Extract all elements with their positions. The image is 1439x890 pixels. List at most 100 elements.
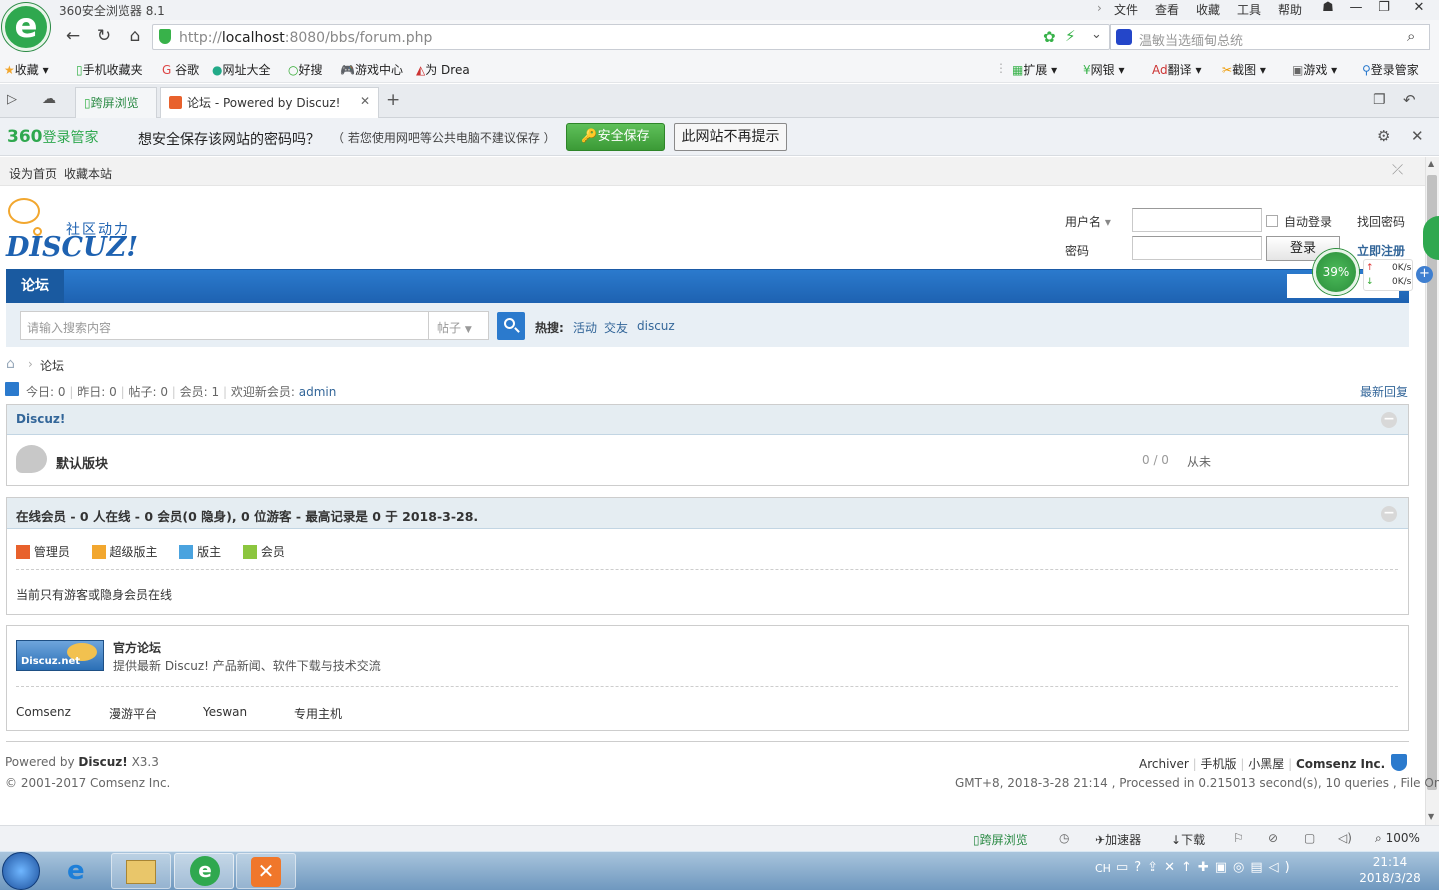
tab-list-icon[interactable]: ❐ — [1373, 92, 1386, 108]
scroll-down-icon[interactable]: ▼ — [1428, 812, 1434, 821]
discuz-logo[interactable]: 社区动力 DISCUZ! — [6, 197, 138, 263]
security-badge-icon[interactable] — [1391, 754, 1407, 771]
cloud-icon[interactable]: ☁ — [42, 91, 56, 107]
menu-tools[interactable]: 工具 — [1237, 1, 1261, 18]
menu-file[interactable]: 文件 — [1114, 1, 1138, 18]
status-zoom[interactable]: ⌕ 100% — [1375, 831, 1420, 846]
bookmark-google[interactable]: G 谷歌 — [162, 61, 199, 78]
tool-translate[interactable]: Ad翻译 ▾ — [1152, 61, 1201, 78]
scroll-up-icon[interactable]: ▲ — [1428, 159, 1434, 168]
system-clock[interactable]: 21:14 2018/3/28 — [1355, 854, 1425, 886]
never-for-site-button[interactable]: 此网站不再提示 — [674, 123, 787, 151]
close-window-button[interactable]: ✕ — [1405, 0, 1433, 18]
footer-blackroom-link[interactable]: 小黑屋 — [1248, 757, 1284, 771]
minimize-button[interactable]: — — [1342, 0, 1370, 18]
breadcrumb-current[interactable]: 论坛 — [40, 357, 64, 374]
forum-search-input[interactable]: 请输入搜索内容 — [20, 311, 429, 340]
memory-ball[interactable]: 39% — [1313, 249, 1359, 295]
collapse-topbar-icon[interactable]: ⤫ — [1392, 162, 1403, 178]
bookmark-mobile[interactable]: ▯手机收藏夹 — [76, 61, 143, 78]
bookmark-hao[interactable]: ●网址大全 — [212, 61, 271, 78]
bookmark-haosou[interactable]: ○好搜 — [288, 61, 323, 78]
tray-icons[interactable]: ▭?⇪✕↑✚▣◎▤◁) — [1116, 860, 1296, 875]
speed-icon[interactable]: ⚡ — [1065, 27, 1076, 45]
skin-icon[interactable]: ☗ — [1314, 0, 1342, 18]
bookmark-drea[interactable]: ◭为 Drea — [416, 61, 470, 78]
back-icon[interactable]: ← — [61, 26, 85, 48]
username-input[interactable] — [1132, 208, 1262, 232]
tool-games[interactable]: ▣游戏 ▾ — [1292, 61, 1337, 78]
status-flag-icon[interactable]: ⚐ — [1233, 831, 1244, 845]
home-icon[interactable]: ⌂ — [6, 356, 15, 372]
auto-login-checkbox[interactable] — [1266, 215, 1278, 227]
password-input[interactable] — [1132, 236, 1262, 260]
side-widget-edge[interactable] — [1423, 216, 1439, 260]
lang-indicator[interactable]: CH — [1095, 862, 1111, 875]
register-link[interactable]: 立即注册 — [1357, 242, 1405, 259]
taskbar-360[interactable]: e — [174, 853, 234, 889]
taskbar-explorer[interactable] — [111, 853, 171, 889]
official-forum-title[interactable]: 官方论坛 — [113, 639, 161, 656]
tool-screenshot[interactable]: ✂截图 ▾ — [1222, 61, 1266, 78]
status-accelerator[interactable]: ✈加速器 — [1095, 831, 1141, 848]
tool-bank[interactable]: ¥网银 ▾ — [1083, 61, 1125, 78]
hot-link-activity[interactable]: 活动 — [573, 319, 597, 336]
status-history-icon[interactable]: ◷ — [1059, 831, 1069, 845]
username-label[interactable]: 用户名 ▾ — [1065, 213, 1111, 230]
status-sound-icon[interactable]: ◁) — [1338, 831, 1352, 845]
latest-reply-link[interactable]: 最新回复 — [1360, 383, 1408, 400]
new-member-link[interactable]: admin — [299, 385, 337, 399]
tool-extensions[interactable]: ▦扩展 ▾ — [1012, 61, 1057, 78]
set-homepage-link[interactable]: 设为首页 — [9, 165, 57, 182]
tab-cross-screen[interactable]: ▯跨屏浏览 — [75, 87, 157, 118]
url-field[interactable]: http://localhost:8080/bbs/forum.php ✿ ⚡ … — [152, 24, 1110, 50]
collapse-online-icon[interactable]: − — [1381, 506, 1397, 522]
hot-link-social[interactable]: 交友 — [604, 319, 628, 336]
forum-name-link[interactable]: 默认版块 — [56, 453, 108, 472]
gear-icon[interactable]: ⚙ — [1377, 127, 1390, 145]
status-ie-icon[interactable]: ⊘ — [1268, 831, 1278, 845]
category-title[interactable]: Discuz! — [16, 412, 65, 426]
bookmark-site-link[interactable]: 收藏本站 — [64, 165, 112, 182]
online-title[interactable]: 在线会员 - 0 人在线 - 0 会员(0 隐身), 0 位游客 - 最高记录是… — [16, 506, 478, 525]
link-manyou[interactable]: 漫游平台 — [109, 705, 157, 722]
menu-favorites[interactable]: 收藏 — [1196, 1, 1220, 18]
status-cross-screen[interactable]: ▯跨屏浏览 — [973, 831, 1028, 848]
bookmark-games[interactable]: 🎮游戏中心 — [340, 61, 403, 78]
footer-archiver-link[interactable]: Archiver — [1139, 757, 1189, 771]
collapse-category-icon[interactable]: − — [1381, 412, 1397, 428]
footer-brand-link[interactable]: Discuz! — [78, 755, 127, 769]
search-type-select[interactable]: 帖子 ▼ — [428, 311, 489, 340]
forgot-password-link[interactable]: 找回密码 — [1357, 213, 1405, 230]
discuz-net-logo[interactable]: Discuz.net — [16, 640, 104, 671]
home-icon[interactable]: ⌂ — [123, 26, 147, 48]
search-suggestion[interactable]: 温敏当选缅甸总统 — [1139, 30, 1243, 49]
save-password-button[interactable]: 🔑安全保存 — [566, 123, 665, 151]
undo-close-icon[interactable]: ↶ — [1403, 91, 1416, 109]
status-download[interactable]: ↓下载 — [1171, 831, 1205, 848]
close-bar-icon[interactable]: ✕ — [1411, 127, 1424, 145]
footer-company-link[interactable]: Comsenz Inc. — [1296, 757, 1385, 771]
search-icon[interactable]: ⌕ — [1407, 27, 1415, 45]
nav-forum[interactable]: 论坛 — [6, 269, 64, 303]
link-comsenz[interactable]: Comsenz — [16, 705, 71, 719]
search-submit-button[interactable] — [497, 312, 525, 340]
maximize-button[interactable]: ❐ — [1370, 0, 1398, 18]
search-box[interactable]: 温敏当选缅甸总统 ⌕ — [1110, 24, 1430, 50]
close-tab-icon[interactable]: ✕ — [360, 94, 370, 108]
compat-icon[interactable]: ✿ — [1043, 28, 1056, 46]
start-button[interactable] — [2, 852, 40, 890]
hot-link-discuz[interactable]: discuz — [637, 319, 675, 333]
chevron-right-icon[interactable]: › — [1097, 1, 1102, 15]
menu-view[interactable]: 查看 — [1155, 1, 1179, 18]
status-window-icon[interactable]: ▢ — [1304, 831, 1315, 845]
chevron-down-icon[interactable]: ⌄ — [1091, 27, 1102, 42]
link-hosting[interactable]: 专用主机 — [294, 705, 342, 722]
footer-mobile-link[interactable]: 手机版 — [1201, 757, 1237, 771]
link-yeswan[interactable]: Yeswan — [203, 705, 247, 719]
bookmark-favorites[interactable]: ★收藏 ▾ — [4, 61, 49, 78]
new-tab-icon[interactable]: + — [386, 90, 400, 110]
refresh-icon[interactable]: ↻ — [92, 26, 116, 48]
menu-help[interactable]: 帮助 — [1278, 1, 1302, 18]
taskbar-ie[interactable]: e — [52, 853, 112, 889]
